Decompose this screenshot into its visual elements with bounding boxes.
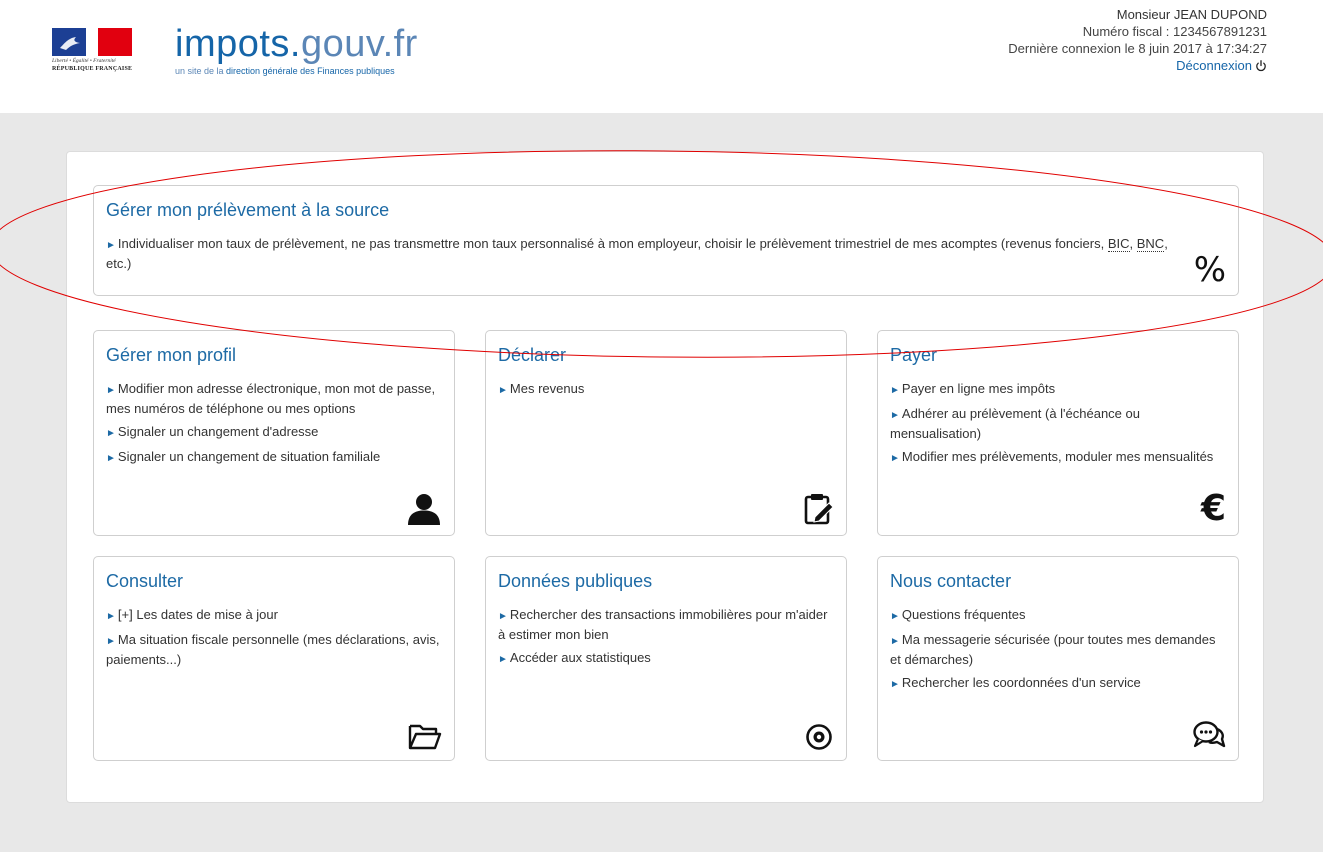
card-title[interactable]: Payer (890, 345, 1226, 366)
card-title[interactable]: Consulter (106, 571, 442, 592)
abbr-bnc: BNC (1136, 236, 1165, 252)
card-link[interactable]: ► Modifier mes prélèvements, moduler mes … (890, 448, 1226, 468)
card-declarer[interactable]: Déclarer ► Mes revenus (485, 330, 847, 536)
card-link[interactable]: ► Mes revenus (498, 380, 834, 400)
card-profil[interactable]: Gérer mon profil ► Modifier mon adresse é… (93, 330, 455, 536)
card-title[interactable]: Nous contacter (890, 571, 1226, 592)
card-link[interactable]: ► Accéder aux statistiques (498, 649, 834, 669)
card-link[interactable]: ► [+] Les dates de mise à jour (106, 606, 442, 626)
arrow-right-icon: ► (498, 385, 508, 396)
arrow-right-icon: ► (890, 636, 900, 647)
arrow-right-icon: ► (890, 385, 900, 396)
card-link[interactable]: ► Adhérer au prélèvement (à l'échéance ou… (890, 405, 1226, 443)
site-header: Liberté • Égalité • Fraternité RÉPUBLIQU… (0, 0, 1323, 113)
card-link[interactable]: ► Signaler un changement d'adresse (106, 423, 442, 443)
republique-name: RÉPUBLIQUE FRANÇAISE (52, 66, 133, 72)
arrow-right-icon: ► (890, 410, 900, 421)
last-login: Dernière connexion le 8 juin 2017 à 17:3… (1008, 41, 1267, 56)
card-title[interactable]: Déclarer (498, 345, 834, 366)
arrow-right-icon: ► (106, 240, 116, 251)
arrow-right-icon: ► (106, 636, 116, 647)
user-info: Monsieur JEAN DUPOND Numéro fiscal : 123… (1008, 6, 1267, 74)
folder-open-icon (408, 722, 442, 750)
impots-gouv-logo[interactable]: impots.gouv.fr un site de la direction g… (175, 22, 418, 76)
user-name: Monsieur JEAN DUPOND (1116, 7, 1267, 22)
card-link[interactable]: ► Ma messagerie sécurisée (pour toutes me… (890, 631, 1226, 669)
arrow-right-icon: ► (890, 453, 900, 464)
card-title[interactable]: Gérer mon prélèvement à la source (106, 200, 1226, 221)
services-panel: Gérer mon prélèvement à la source ► Indiv… (66, 151, 1264, 803)
republique-francaise-logo[interactable]: Liberté • Égalité • Fraternité RÉPUBLIQU… (52, 28, 142, 78)
card-link[interactable]: ► Modifier mon adresse électronique, mon … (106, 380, 442, 418)
power-icon (1256, 59, 1266, 71)
arrow-right-icon: ► (106, 428, 116, 439)
arrow-right-icon: ► (890, 679, 900, 690)
card-nous-contacter[interactable]: Nous contacter ► Questions fréquentes ► Ma… (877, 556, 1239, 761)
user-icon (406, 493, 442, 525)
card-title[interactable]: Gérer mon profil (106, 345, 442, 366)
main-area: Gérer mon prélèvement à la source ► Indiv… (0, 113, 1323, 852)
euro-icon: € (1200, 488, 1226, 529)
percent-icon: % (1193, 250, 1226, 290)
eye-icon (804, 724, 834, 750)
marianne-flag-icon (52, 28, 132, 56)
republique-motto: Liberté • Égalité • Fraternité (52, 58, 116, 64)
card-payer[interactable]: Payer ► Payer en ligne mes impôts ► Adhére… (877, 330, 1239, 536)
card-donnees-publiques[interactable]: Données publiques ► Rechercher des transa… (485, 556, 847, 761)
arrow-right-icon: ► (498, 611, 508, 622)
arrow-right-icon: ► (106, 385, 116, 396)
card-title[interactable]: Données publiques (498, 571, 834, 592)
arrow-right-icon: ► (890, 611, 900, 622)
chat-bubbles-icon (1192, 720, 1226, 750)
arrow-right-icon: ► (106, 453, 116, 464)
card-link[interactable]: ► Rechercher des transactions immobilière… (498, 606, 834, 644)
site-name: impots.gouv.fr (175, 23, 418, 65)
site-tagline: un site de la direction générale des Fin… (175, 66, 395, 76)
card-link[interactable]: ► Payer en ligne mes impôts (890, 380, 1226, 400)
logout-link[interactable]: Déconnexion (1176, 57, 1267, 74)
arrow-right-icon: ► (106, 611, 116, 622)
card-link[interactable]: ► Questions fréquentes (890, 606, 1226, 626)
abbr-bic: BIC (1107, 236, 1130, 252)
card-link[interactable]: ► Ma situation fiscale personnelle (mes d… (106, 631, 442, 669)
logout-label: Déconnexion (1176, 58, 1252, 73)
card-link[interactable]: ► Individualiser mon taux de prélèvement,… (106, 235, 1226, 273)
clipboard-edit-icon (804, 493, 834, 525)
fiscal-number: Numéro fiscal : 1234567891231 (1082, 24, 1267, 39)
card-consulter[interactable]: Consulter ► [+] Les dates de mise à jour … (93, 556, 455, 761)
card-link[interactable]: ► Signaler un changement de situation fam… (106, 448, 442, 468)
arrow-right-icon: ► (498, 654, 508, 665)
card-link[interactable]: ► Rechercher les coordonnées d'un service (890, 674, 1226, 694)
card-prelevement-source[interactable]: Gérer mon prélèvement à la source ► Indiv… (93, 185, 1239, 296)
